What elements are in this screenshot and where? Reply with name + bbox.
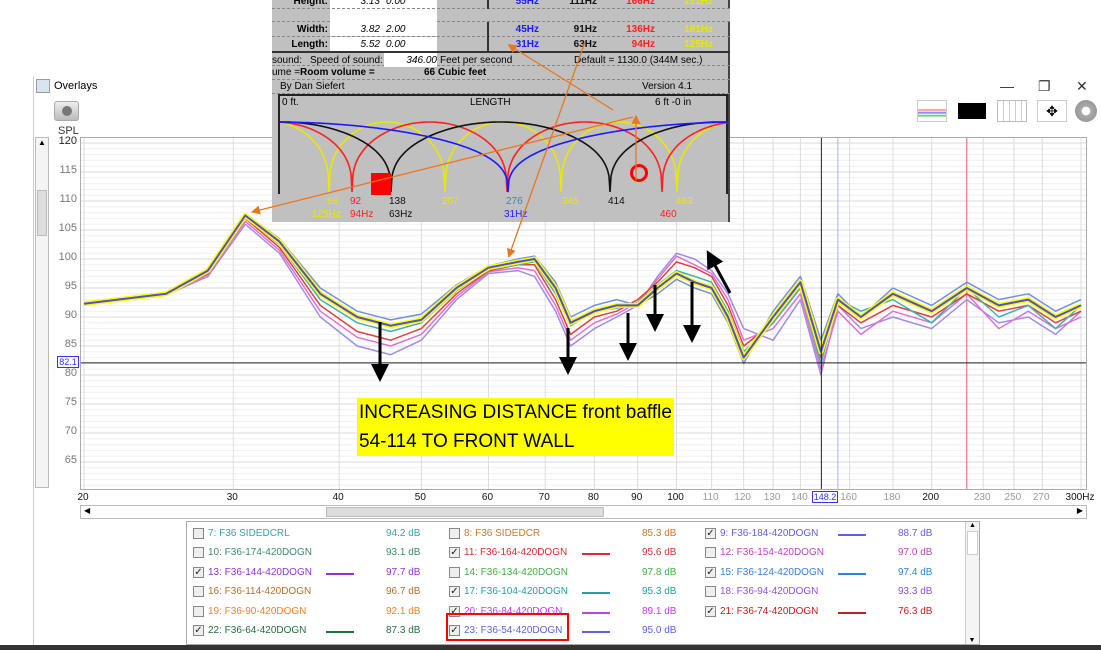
orange-arrows: [250, 41, 641, 258]
annotation-line-1: INCREASING DISTANCE front baffle: [359, 402, 672, 423]
annotation-note: INCREASING DISTANCE front baffle 54-114 T…: [357, 398, 674, 456]
black-arrows: [371, 250, 732, 382]
annotation-line-2: 54-114 TO FRONT WALL: [359, 431, 575, 452]
annotation-arrows: [250, 41, 732, 382]
